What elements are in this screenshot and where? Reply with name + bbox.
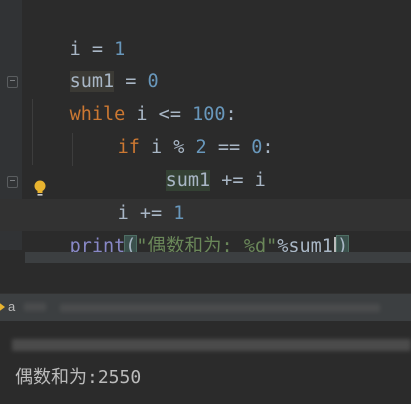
obscured-region bbox=[24, 303, 46, 311]
code-line-2[interactable]: sum1 = 0 bbox=[25, 34, 159, 92]
obscured-command-line bbox=[12, 339, 411, 351]
fold-icon[interactable] bbox=[7, 76, 18, 88]
code-line-7[interactable]: print("偶数和为: %d"%sum1) bbox=[25, 199, 350, 258]
run-icon[interactable] bbox=[0, 300, 7, 314]
output-text: 偶数和为:2550 bbox=[15, 367, 142, 388]
run-panel-header: a bbox=[0, 293, 411, 322]
code-line-3[interactable]: while i <= 100: bbox=[25, 67, 237, 125]
code-line-1[interactable]: i = 1 bbox=[25, 2, 126, 60]
code-line-6[interactable]: i += 1 bbox=[73, 166, 185, 224]
fold-icon[interactable] bbox=[7, 176, 18, 188]
horizontal-scrollbar[interactable] bbox=[25, 252, 411, 263]
obscured-region bbox=[60, 304, 380, 312]
lightbulb-icon[interactable] bbox=[33, 179, 47, 198]
code-line-4[interactable]: if i % 2 == 0: bbox=[73, 100, 274, 158]
code-line-5[interactable]: sum1 += i bbox=[121, 133, 266, 191]
run-tab-label[interactable]: a bbox=[8, 299, 15, 314]
code-editor[interactable]: i = 1 sum1 = 0 while i <= 100: if i % 2 … bbox=[0, 0, 411, 258]
